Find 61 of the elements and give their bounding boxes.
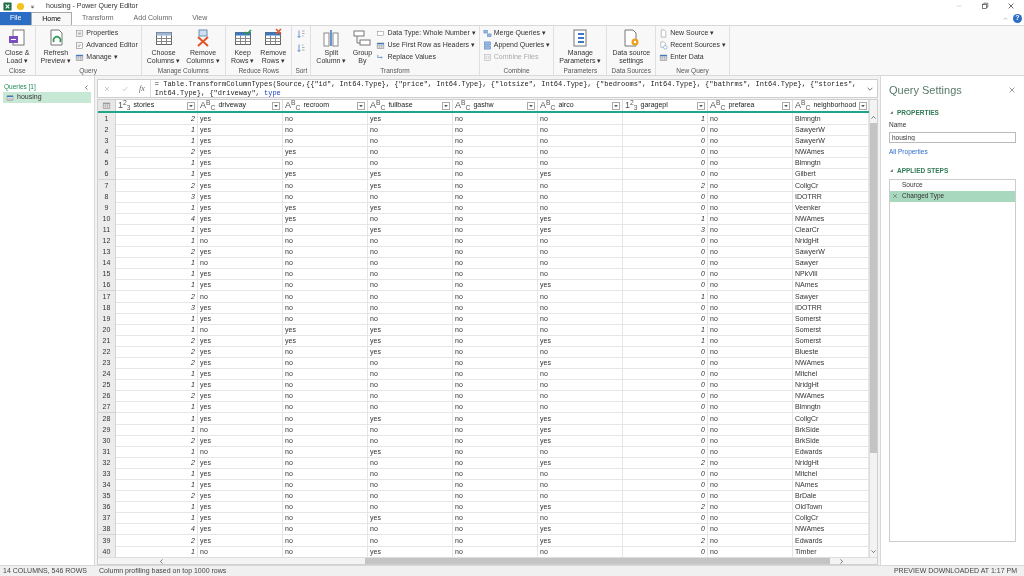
editor-icon [75, 41, 85, 50]
sort-descending-icon [295, 42, 306, 53]
caret-icon [188, 102, 194, 109]
table-menu-icon [102, 101, 111, 110]
restore-icon [981, 2, 989, 10]
table-header-icon [376, 41, 386, 50]
table-check-icon [232, 28, 253, 48]
filter-button[interactable] [272, 101, 280, 110]
filter-button[interactable] [612, 101, 620, 110]
scroll-down-icon [870, 548, 877, 555]
table-remove-icon [263, 28, 284, 48]
check-icon [121, 84, 129, 93]
triangle-icon [889, 168, 894, 174]
collapse-ribbon-icon [1002, 15, 1009, 22]
caret-icon [613, 102, 619, 109]
filter-button[interactable] [357, 101, 365, 110]
caret-icon [358, 102, 364, 109]
split-column-icon [321, 28, 342, 48]
collapse-button[interactable] [83, 83, 90, 91]
table-icon [75, 53, 85, 62]
filter-button[interactable] [782, 101, 790, 110]
scroll-left-icon [158, 557, 165, 565]
close-button[interactable] [1008, 86, 1016, 95]
triangle-icon [889, 109, 894, 115]
scroll-right-icon [838, 557, 845, 565]
pane-title: Query Settings [889, 83, 962, 98]
caret-icon [698, 102, 704, 109]
replace-icon [376, 53, 386, 62]
recent-document-icon [659, 41, 669, 50]
filter-button[interactable] [527, 101, 535, 110]
chevron-left-icon [83, 83, 90, 91]
caret-icon [528, 102, 534, 109]
sort-ascending-icon [295, 28, 306, 39]
filter-button[interactable] [442, 101, 450, 110]
properties-icon [75, 29, 85, 38]
close-icon [1007, 2, 1015, 10]
circle-icon [16, 1, 25, 11]
filter-button[interactable] [187, 101, 195, 110]
customize-dropdown-icon [29, 2, 36, 10]
caret-icon [783, 102, 789, 109]
combine-icon [482, 53, 492, 62]
new-document-icon [659, 29, 669, 38]
scroll-up-icon [870, 114, 877, 121]
filter-button[interactable] [859, 101, 868, 110]
merge-icon [482, 29, 492, 38]
table-icon [6, 93, 14, 102]
data-type-icon [376, 29, 386, 38]
function-label: fx [139, 82, 145, 95]
group-by-icon [352, 28, 373, 48]
table-icon [659, 53, 669, 62]
caret-icon [443, 102, 449, 109]
scrollbar-thumb[interactable] [870, 123, 877, 453]
filter-button[interactable] [697, 101, 705, 110]
document-arrow-icon [7, 28, 28, 48]
scrollbar-thumb[interactable] [365, 558, 830, 564]
delete-icon [892, 193, 898, 199]
close-icon [1008, 86, 1016, 95]
caret-icon [273, 102, 279, 109]
cancel-icon [103, 84, 111, 93]
caret-icon [860, 102, 867, 109]
append-icon [482, 41, 492, 50]
